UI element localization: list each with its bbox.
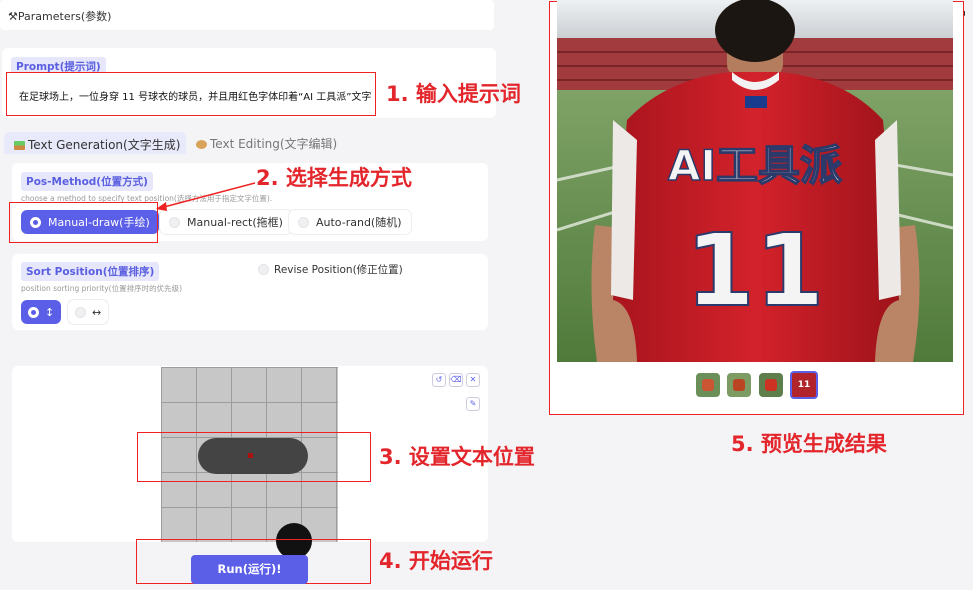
sort-hint: position sorting priority(位置排序时的优先级) [21,284,183,293]
radio-auto-rand-label: Auto-rand(随机) [316,216,402,229]
thumbnail-figure [702,379,714,391]
checkbox-icon [258,264,269,275]
radio-dot-icon [28,306,39,318]
annotation-1: 1. 输入提示词 [386,82,521,106]
radio-dot-icon [169,216,180,228]
annotation-4: 4. 开始运行 [379,549,493,573]
annotation-3: 3. 设置文本位置 [379,445,535,469]
parameters-header[interactable]: ⚒Parameters(参数) ◄ [0,0,965,30]
radio-sort-horizontal-label: ↔ [92,305,102,319]
tab-text-editing[interactable]: Text Editing(文字编辑) [196,135,337,152]
undo-icon[interactable]: ↺ [432,373,446,387]
parameters-icon: ⚒ [8,10,18,23]
radio-manual-rect-label: Manual-rect(拖框) [187,216,283,229]
tab-text-editing-label: Text Editing(文字编辑) [210,137,338,151]
revise-position-label: Revise Position(修正位置) [274,264,403,276]
highlight-box-method [9,202,158,243]
clear-icon[interactable]: ✕ [466,373,480,387]
highlight-box-canvas [137,432,371,482]
thumbnail-3[interactable] [759,373,783,397]
thumbnail-number: 11 [797,380,811,390]
tab-text-generation[interactable]: Text Generation(文字生成) [4,132,186,154]
thumbnail-1[interactable] [696,373,720,397]
jersey-text: AI工具派 [668,141,842,190]
sort-label: Sort Position(位置排序) [21,262,160,281]
pos-method-label: Pos-Method(位置方式) [21,172,153,191]
jersey-number: 11 [685,212,824,329]
thumbnail-figure [765,379,777,391]
prompt-input[interactable]: 在足球场上，一位身穿 11 号球衣的球员，并且用红色字体印着“AI 工具派”文字 [6,72,376,116]
radio-sort-vertical-label: ↕ [45,305,55,319]
brush-icon[interactable]: ✎ [466,397,480,411]
radio-sort-vertical[interactable]: ↕ [21,300,62,324]
preview-image[interactable]: AI工具派 11 [557,0,953,362]
radio-dot-icon [298,216,309,228]
radio-dot-icon [75,306,86,318]
annotation-arrow [156,182,256,211]
thumbnail-2[interactable] [727,373,751,397]
thumbnail-4[interactable]: 11 [790,371,818,399]
annotation-5: 5. 预览生成结果 [731,432,887,456]
run-button[interactable]: Run(运行)! [191,555,308,584]
palette-icon [196,140,207,149]
thumbnail-figure [733,379,745,391]
tab-text-generation-label: Text Generation(文字生成) [28,138,181,152]
radio-auto-rand[interactable]: Auto-rand(随机) [289,210,411,234]
annotation-2: 2. 选择生成方式 [256,166,412,190]
radio-sort-horizontal[interactable]: ↔ [68,300,109,324]
revise-position-checkbox[interactable]: Revise Position(修正位置) [258,262,403,277]
parameters-title: Parameters(参数) [17,10,112,23]
image-icon [14,141,25,150]
eraser-icon[interactable]: ⌫ [449,373,463,387]
preview-illustration: AI工具派 11 [557,0,953,362]
prompt-value: 在足球场上，一位身穿 11 号球衣的球员，并且用红色字体印着“AI 工具派”文字 [19,92,372,103]
